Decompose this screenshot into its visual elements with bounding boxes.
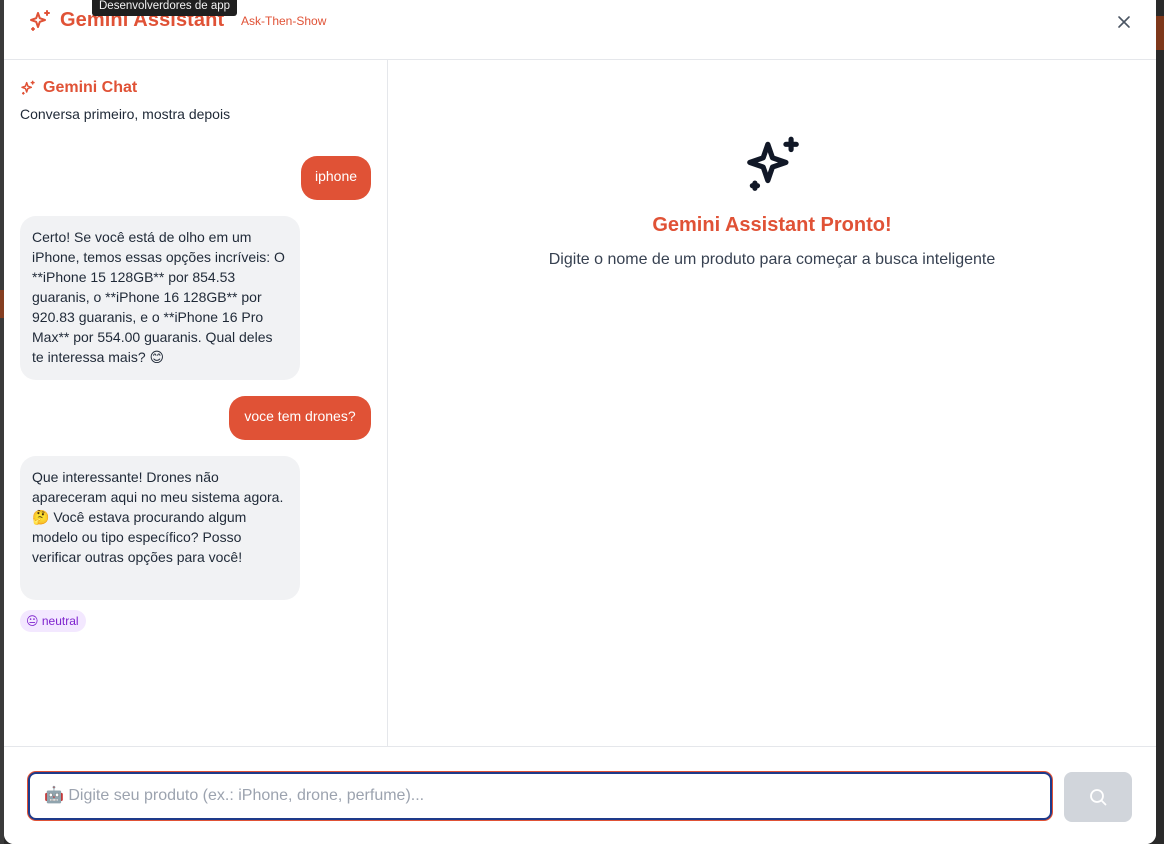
chat-panel: Gemini Chat Conversa primeiro, mostra de… bbox=[4, 60, 388, 746]
search-button[interactable] bbox=[1064, 772, 1132, 822]
chat-subtitle: Conversa primeiro, mostra depois bbox=[20, 106, 231, 122]
user-message: iphone bbox=[301, 156, 371, 200]
ready-subtitle: Digite o nome de um produto para começar… bbox=[548, 251, 996, 268]
close-button[interactable] bbox=[1114, 12, 1134, 32]
app-subtitle: Ask-Then-Show bbox=[241, 14, 327, 28]
ready-title: Gemini Assistant Pronto! bbox=[652, 214, 892, 236]
modal-header: Gemini Assistant Ask-Then-Show Desenvolv… bbox=[4, 0, 1156, 60]
search-icon bbox=[1090, 789, 1107, 806]
close-icon bbox=[1118, 16, 1130, 28]
assistant-message: Certo! Se você está de olho em um iPhone… bbox=[20, 216, 300, 380]
background-accent bbox=[1156, 16, 1164, 50]
sparkles-icon bbox=[742, 134, 804, 196]
sparkles-icon bbox=[28, 9, 52, 33]
search-input[interactable] bbox=[28, 772, 1052, 820]
search-footer bbox=[4, 746, 1156, 844]
tooltip: Desenvolverdores de app bbox=[92, 0, 238, 16]
sentiment-badge: 😐 neutral bbox=[20, 610, 86, 632]
sparkles-icon bbox=[20, 80, 36, 96]
assistant-message: Que interessante! Drones não apareceram … bbox=[20, 456, 300, 600]
gemini-assistant-modal: Gemini Assistant Ask-Then-Show Desenvolv… bbox=[4, 0, 1156, 844]
user-message: voce tem drones? bbox=[229, 396, 371, 440]
chat-title: Gemini Chat bbox=[43, 79, 138, 96]
results-panel: Gemini Assistant Pronto! Digite o nome d… bbox=[388, 60, 1156, 746]
